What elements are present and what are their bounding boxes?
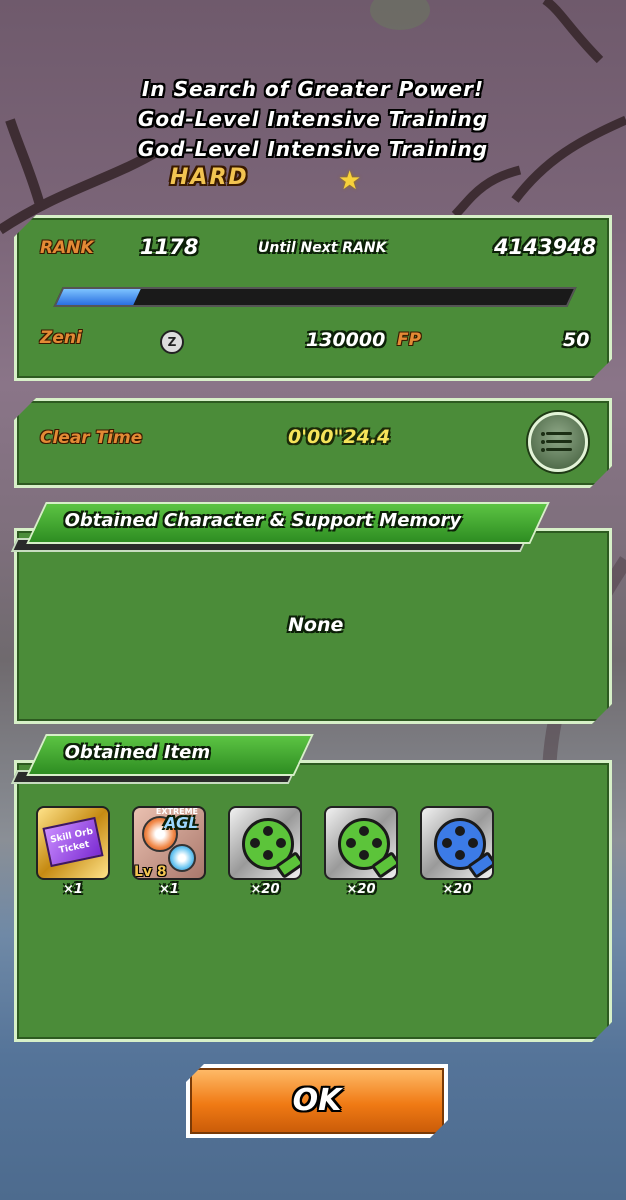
item-section-title: Obtained Item	[64, 742, 211, 763]
clear-time-value: 0'00"24.4	[288, 426, 391, 448]
ticket-icon: Skill Orb Ticket	[42, 816, 104, 868]
rank-progress-fill	[56, 289, 141, 305]
item-icon-frame: EXTREME AGL Lv 8	[132, 806, 206, 880]
blue-orb-icon	[168, 844, 196, 872]
rank-progress-bar	[53, 287, 577, 307]
green-reel-icon	[242, 818, 300, 878]
item-count: ×20	[346, 882, 376, 897]
character-none-text: None	[288, 614, 344, 636]
difficulty-label: HARD	[170, 165, 249, 190]
zeni-label: Zeni	[40, 328, 82, 348]
fp-value: 50	[563, 329, 590, 351]
item-icon-frame	[420, 806, 494, 880]
item-count: ×20	[442, 882, 472, 897]
item-section-label: Obtained Item	[26, 734, 314, 776]
item-level: Lv 8	[134, 864, 167, 880]
until-next-rank-label: Until Next RANK	[258, 240, 387, 256]
item-icon-frame: Skill Orb Ticket	[36, 806, 110, 880]
character-section-label: Obtained Character & Support Memory	[26, 502, 550, 544]
zeni-coin-icon: Z	[160, 330, 184, 354]
item-panel	[14, 760, 612, 1042]
rank-label: RANK	[40, 238, 94, 258]
blue-reel-icon	[434, 818, 492, 878]
item-blue-film-reel[interactable]: ×20	[420, 806, 494, 897]
item-count: ×20	[250, 882, 280, 897]
stage-title: God-Level Intensive Training	[137, 107, 489, 131]
item-green-film-reel[interactable]: ×20	[228, 806, 302, 897]
item-icon-frame	[324, 806, 398, 880]
item-skill-orb-ticket[interactable]: Skill Orb Ticket ×1	[36, 806, 110, 897]
item-extreme-agl-skill-orbs[interactable]: EXTREME AGL Lv 8 ×1	[132, 806, 206, 897]
item-count: ×1	[63, 882, 83, 897]
stage-subtitle: God-Level Intensive Training	[137, 137, 489, 161]
until-next-rank-value: 4143948	[494, 235, 597, 259]
fp-label: FP	[397, 330, 422, 350]
item-count: ×1	[159, 882, 179, 897]
rank-value: 1178	[140, 235, 199, 259]
ok-button[interactable]: OK	[186, 1064, 448, 1138]
item-green-film-reel[interactable]: ×20	[324, 806, 398, 897]
event-title: In Search of Greater Power!	[141, 77, 485, 101]
star-icon: ★	[338, 166, 362, 196]
green-reel-icon	[338, 818, 396, 878]
clear-time-label: Clear Time	[40, 428, 143, 448]
character-section-title: Obtained Character & Support Memory	[64, 510, 462, 531]
zeni-value: 130000	[306, 329, 386, 351]
quest-header: In Search of Greater Power! God-Level In…	[0, 74, 626, 164]
item-icon-frame	[228, 806, 302, 880]
agl-type-label: AGL	[164, 814, 198, 832]
details-menu-button[interactable]	[528, 412, 588, 472]
